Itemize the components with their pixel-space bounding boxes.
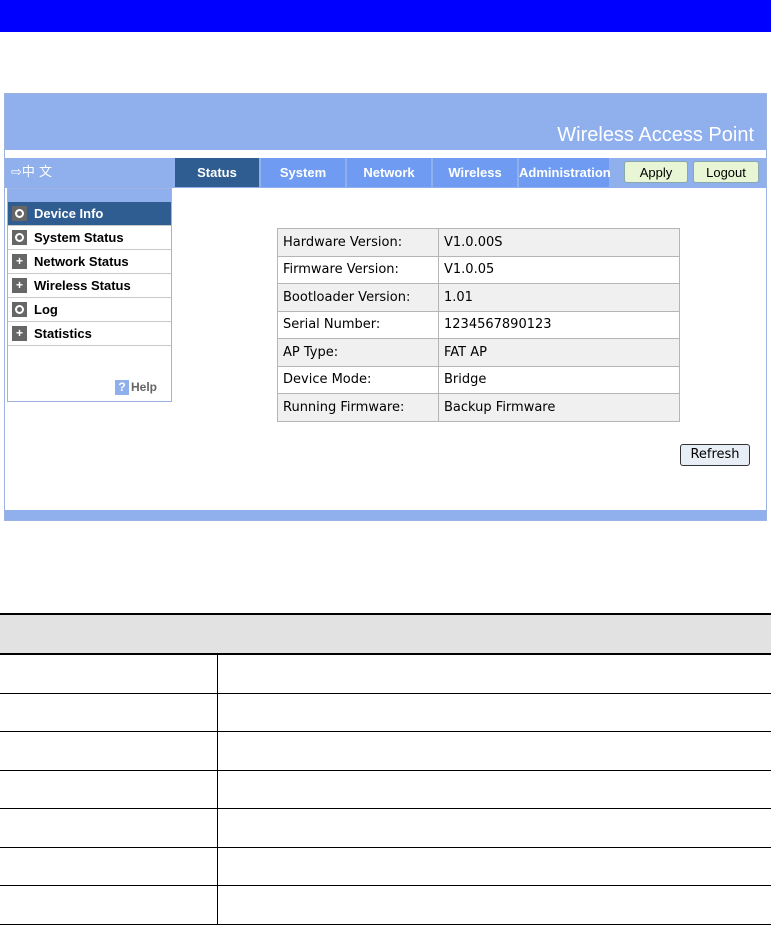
sidebar-item-label: Network Status (34, 254, 129, 269)
table-row: Firmware Version:V1.0.05 (278, 256, 680, 284)
cell (0, 809, 218, 848)
table-row: Serial Number:1234567890123 (278, 311, 680, 339)
sidebar-item-label: Log (34, 302, 58, 317)
sidebar-item-label: Statistics (34, 326, 92, 341)
info-value: Backup Firmware (439, 394, 680, 422)
document-table-header (0, 614, 771, 654)
info-value: V1.0.05 (439, 256, 680, 284)
table-row (0, 693, 771, 732)
table-row (0, 809, 771, 848)
logout-button[interactable]: Logout (693, 161, 759, 183)
info-key: Bootloader Version: (278, 284, 439, 312)
cell (218, 732, 771, 771)
sidebar-item-label: System Status (34, 230, 124, 245)
cell (218, 693, 771, 732)
plus-icon: + (12, 278, 27, 293)
sidebar-item-statistics[interactable]: + Statistics (8, 322, 171, 346)
circle-icon (12, 206, 27, 221)
cell (218, 847, 771, 886)
question-icon: ? (115, 380, 129, 395)
sidebar-item-network-status[interactable]: + Network Status (8, 250, 171, 274)
info-key: Serial Number: (278, 311, 439, 339)
cell (0, 732, 218, 771)
tab-system[interactable]: System (261, 158, 345, 187)
ui-header: Wireless Access Point (5, 94, 766, 150)
device-info-table: Hardware Version:V1.0.00S Firmware Versi… (277, 228, 680, 422)
info-key: Running Firmware: (278, 394, 439, 422)
sidebar-item-label: Wireless Status (34, 278, 131, 293)
tab-network[interactable]: Network (347, 158, 431, 187)
table-row (0, 770, 771, 809)
table-row (0, 847, 771, 886)
tab-wireless[interactable]: Wireless (433, 158, 517, 187)
cell (218, 809, 771, 848)
cell (218, 654, 771, 693)
table-row: Hardware Version:V1.0.00S (278, 229, 680, 257)
cell (0, 886, 218, 925)
info-value: FAT AP (439, 339, 680, 367)
info-key: Device Mode: (278, 366, 439, 394)
cell (0, 654, 218, 693)
info-value: 1.01 (439, 284, 680, 312)
tab-administration[interactable]: Administration (519, 158, 609, 187)
cell (218, 770, 771, 809)
plus-icon: + (12, 254, 27, 269)
header-gap (5, 150, 766, 158)
document-table (0, 613, 771, 925)
circle-icon (12, 230, 27, 245)
sidebar-item-system-status[interactable]: System Status (8, 226, 171, 250)
nav-row: ⇨中 文 Status System Network Wireless Admi… (5, 158, 766, 188)
info-key: Firmware Version: (278, 256, 439, 284)
language-link[interactable]: ⇨中 文 (11, 161, 52, 180)
help-label: Help (131, 380, 157, 394)
help-link[interactable]: ?Help (115, 380, 157, 395)
sidebar-item-wireless-status[interactable]: + Wireless Status (8, 274, 171, 298)
sidebar-item-label: Device Info (34, 206, 103, 221)
cell (0, 693, 218, 732)
cell (0, 770, 218, 809)
table-row: Bootloader Version:1.01 (278, 284, 680, 312)
circle-icon (12, 302, 27, 317)
table-row: Device Mode:Bridge (278, 366, 680, 394)
table-row: AP Type:FAT AP (278, 339, 680, 367)
apply-button[interactable]: Apply (624, 161, 688, 183)
info-key: AP Type: (278, 339, 439, 367)
sidebar-header (8, 189, 171, 202)
plus-icon: + (12, 326, 27, 341)
document-top-bar (0, 0, 771, 32)
cell (218, 886, 771, 925)
info-value: V1.0.00S (439, 229, 680, 257)
router-ui-screenshot: Wireless Access Point ⇨中 文 Status System… (4, 93, 767, 521)
table-row (0, 732, 771, 771)
table-row (0, 654, 771, 693)
sidebar-item-device-info[interactable]: Device Info (8, 202, 171, 226)
brand-title: Wireless Access Point (557, 124, 754, 147)
ui-footer-bar (5, 510, 766, 520)
cell (0, 847, 218, 886)
sidebar: Device Info System Status + Network Stat… (7, 188, 172, 402)
header-cell (0, 614, 771, 654)
table-row (0, 886, 771, 925)
refresh-button[interactable]: Refresh (680, 444, 750, 466)
info-value: Bridge (439, 366, 680, 394)
info-key: Hardware Version: (278, 229, 439, 257)
tab-status[interactable]: Status (175, 158, 259, 187)
sidebar-item-log[interactable]: Log (8, 298, 171, 322)
info-value: 1234567890123 (439, 311, 680, 339)
table-row: Running Firmware:Backup Firmware (278, 394, 680, 422)
